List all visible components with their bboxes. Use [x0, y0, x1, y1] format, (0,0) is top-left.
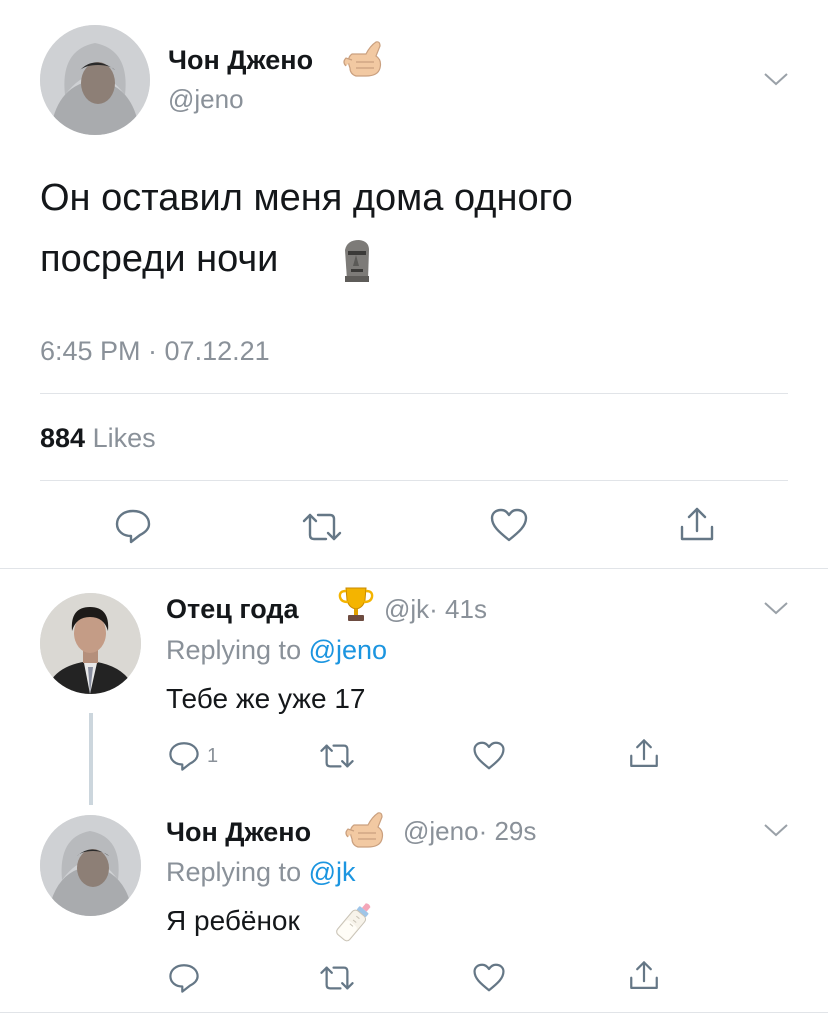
- like-icon[interactable]: [489, 507, 529, 543]
- reply-time[interactable]: · 29s: [479, 816, 537, 846]
- tweet-text-line-2: посреди ночи: [40, 238, 279, 280]
- thread-line: [89, 713, 93, 805]
- retweet-icon[interactable]: [318, 964, 356, 992]
- author-handle[interactable]: @jeno: [168, 84, 244, 114]
- divider: [40, 393, 788, 394]
- divider: [0, 568, 828, 569]
- replying-prefix: Replying to: [166, 857, 302, 887]
- likes-stat[interactable]: 884 Likes: [40, 422, 156, 454]
- share-icon[interactable]: [627, 959, 661, 993]
- divider: [40, 480, 788, 481]
- reply-time[interactable]: · 41s: [429, 594, 487, 624]
- reply-icon[interactable]: [167, 962, 201, 994]
- call-me-hand-emoji: [342, 809, 388, 851]
- reply-handle[interactable]: @jk: [384, 594, 429, 624]
- share-icon[interactable]: [677, 505, 717, 545]
- replying-to-link[interactable]: @jeno: [309, 635, 387, 665]
- retweet-icon[interactable]: [300, 511, 344, 543]
- reply-count: 1: [207, 745, 219, 767]
- author-name[interactable]: Чон Джено: [168, 44, 313, 76]
- tweet-text-line-1: Он оставил меня дома одного: [40, 177, 573, 219]
- reply-author-name[interactable]: Отец года: [166, 593, 299, 625]
- replying-to: Replying to @jk: [166, 856, 356, 888]
- like-icon[interactable]: [472, 962, 506, 993]
- replying-to-link[interactable]: @jk: [309, 857, 356, 887]
- moai-emoji: [339, 236, 375, 284]
- reply-handle[interactable]: @jeno: [403, 816, 479, 846]
- likes-count: 884: [40, 423, 86, 453]
- divider: [0, 1012, 828, 1013]
- call-me-hand-emoji: [340, 38, 386, 80]
- replying-prefix: Replying to: [166, 635, 302, 665]
- chevron-down-icon[interactable]: [763, 71, 789, 87]
- likes-label: Likes: [92, 423, 156, 453]
- reply-avatar[interactable]: [40, 815, 141, 916]
- retweet-icon[interactable]: [318, 742, 356, 770]
- reply-text: Я ребёнок: [166, 905, 300, 936]
- like-icon[interactable]: [472, 740, 506, 771]
- chevron-down-icon[interactable]: [763, 600, 789, 616]
- baby-bottle-emoji: [330, 898, 378, 946]
- reply-text: Тебе же уже 17: [166, 683, 366, 714]
- reply-handle-time: @jeno· 29s: [403, 816, 536, 846]
- tweet-timestamp[interactable]: 6:45 PM · 07.12.21: [40, 335, 270, 367]
- reply-avatar[interactable]: [40, 593, 141, 694]
- reply-icon[interactable]: [167, 740, 201, 772]
- reply-icon[interactable]: [113, 508, 153, 544]
- author-avatar[interactable]: [40, 25, 150, 135]
- chevron-down-icon[interactable]: [763, 822, 789, 838]
- share-icon[interactable]: [627, 737, 661, 771]
- reply-handle-time: @jk· 41s: [384, 594, 487, 624]
- trophy-emoji: [336, 584, 376, 624]
- reply-author-name[interactable]: Чон Джено: [166, 816, 311, 848]
- replying-to: Replying to @jeno: [166, 634, 387, 666]
